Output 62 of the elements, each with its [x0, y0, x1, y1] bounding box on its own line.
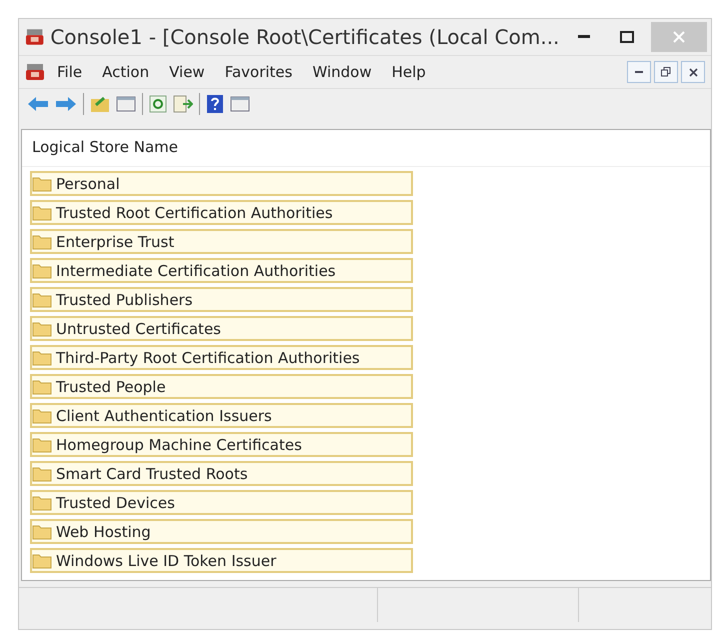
list-item[interactable]: Trusted Devices: [30, 490, 413, 515]
panel-icon: [116, 96, 136, 112]
column-header[interactable]: Logical Store Name: [22, 130, 710, 167]
folder-icon: [32, 466, 52, 482]
folder-icon: [32, 234, 52, 250]
list-item[interactable]: Untrusted Certificates: [30, 316, 413, 341]
folder-icon: [32, 552, 52, 568]
list-item[interactable]: Intermediate Certification Authorities: [30, 258, 413, 283]
export-button[interactable]: [173, 95, 193, 113]
folder-icon: [32, 494, 52, 510]
back-button[interactable]: [27, 96, 49, 112]
folder-icon: [32, 320, 52, 336]
folder-icon: [32, 350, 52, 366]
forward-button[interactable]: [55, 96, 77, 112]
folder-icon: [32, 262, 52, 278]
folder-icon: [32, 378, 52, 394]
close-icon: [688, 68, 698, 76]
menu-item[interactable]: View: [161, 61, 213, 83]
list-item[interactable]: Trusted Root Certification Authorities: [30, 200, 413, 225]
folder-icon: [32, 204, 52, 220]
menu-item[interactable]: Action: [94, 61, 158, 83]
minimize-icon: [635, 70, 643, 74]
list-item[interactable]: Enterprise Trust: [30, 229, 413, 254]
menu-item[interactable]: Window: [304, 61, 380, 83]
menu-item[interactable]: Help: [384, 61, 434, 83]
list-item[interactable]: Third-Party Root Certification Authorities: [30, 345, 413, 370]
list-item[interactable]: Personal: [30, 171, 413, 196]
window-title: Console1 - [Console Root\Certificates (Local Com...: [50, 25, 560, 49]
menu-item[interactable]: File: [49, 61, 90, 83]
list-item[interactable]: Trusted Publishers: [30, 287, 413, 312]
panel-icon: [230, 96, 250, 112]
folder-icon: [32, 408, 52, 424]
restore-button[interactable]: [654, 61, 678, 83]
list-item[interactable]: Homegroup Machine Certificates: [30, 432, 413, 457]
folder-icon: [90, 95, 110, 113]
minimize-button[interactable]: [627, 61, 651, 83]
folder-icon: [32, 176, 52, 192]
right-arrow-icon: [55, 96, 77, 112]
folder-icon: [32, 436, 52, 452]
list-item[interactable]: Windows Live ID Token Issuer: [30, 548, 413, 573]
show-tree-button[interactable]: [116, 96, 136, 112]
help-button[interactable]: [206, 94, 224, 114]
folder-icon: [32, 524, 52, 540]
minimize-icon: [578, 35, 590, 39]
export-list-icon: [173, 95, 193, 113]
list-item[interactable]: Smart Card Trusted Roots: [30, 461, 413, 486]
folder-icon: [32, 292, 52, 308]
close-icon: [672, 31, 685, 43]
refresh-button[interactable]: [149, 95, 167, 113]
action-pane-button[interactable]: [230, 96, 250, 112]
list-item[interactable]: Web Hosting: [30, 519, 413, 544]
up-folder-button[interactable]: [90, 95, 110, 113]
maximize-icon: [620, 31, 634, 43]
app-icon: [25, 27, 44, 47]
close-button[interactable]: [681, 61, 705, 83]
list-item[interactable]: Client Authentication Issuers: [30, 403, 413, 428]
menu-item[interactable]: Favorites: [216, 61, 300, 83]
refresh-icon: [149, 95, 167, 113]
restore-icon: [661, 67, 671, 77]
console-icon: [25, 62, 45, 82]
left-arrow-icon: [27, 96, 49, 112]
list-item[interactable]: Trusted People: [30, 374, 413, 399]
